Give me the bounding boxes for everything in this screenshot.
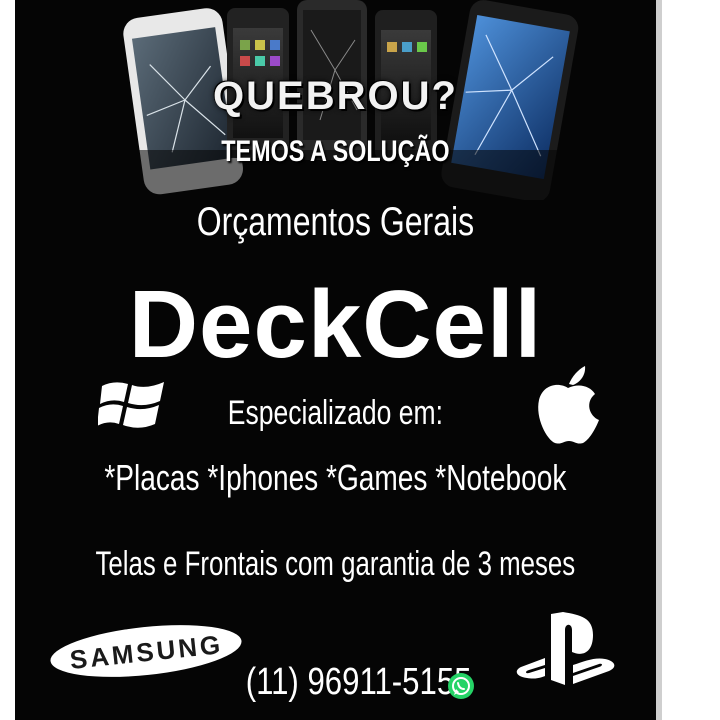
headline: QUEBROU?: [213, 74, 458, 118]
services-text: *Placas *Iphones *Games *Notebook: [104, 457, 567, 498]
phone-number: (11) 96911-5155: [245, 661, 472, 703]
edge-strip: [656, 0, 662, 720]
samsung-logo: SAMSUNG: [49, 620, 244, 682]
subheadline: TEMOS A SOLUÇÃO: [221, 135, 450, 168]
flyer: QUEBROU? TEMOS A SOLUÇÃO Orçamentos Gera…: [15, 0, 656, 720]
whatsapp-icon: [448, 673, 474, 699]
playstation-logo-icon: [516, 612, 615, 685]
specialized-text: Especializado em:: [227, 394, 443, 432]
warranty-text: Telas e Frontais com garantia de 3 meses: [95, 545, 576, 583]
quotes-text: Orçamentos Gerais: [196, 200, 475, 244]
